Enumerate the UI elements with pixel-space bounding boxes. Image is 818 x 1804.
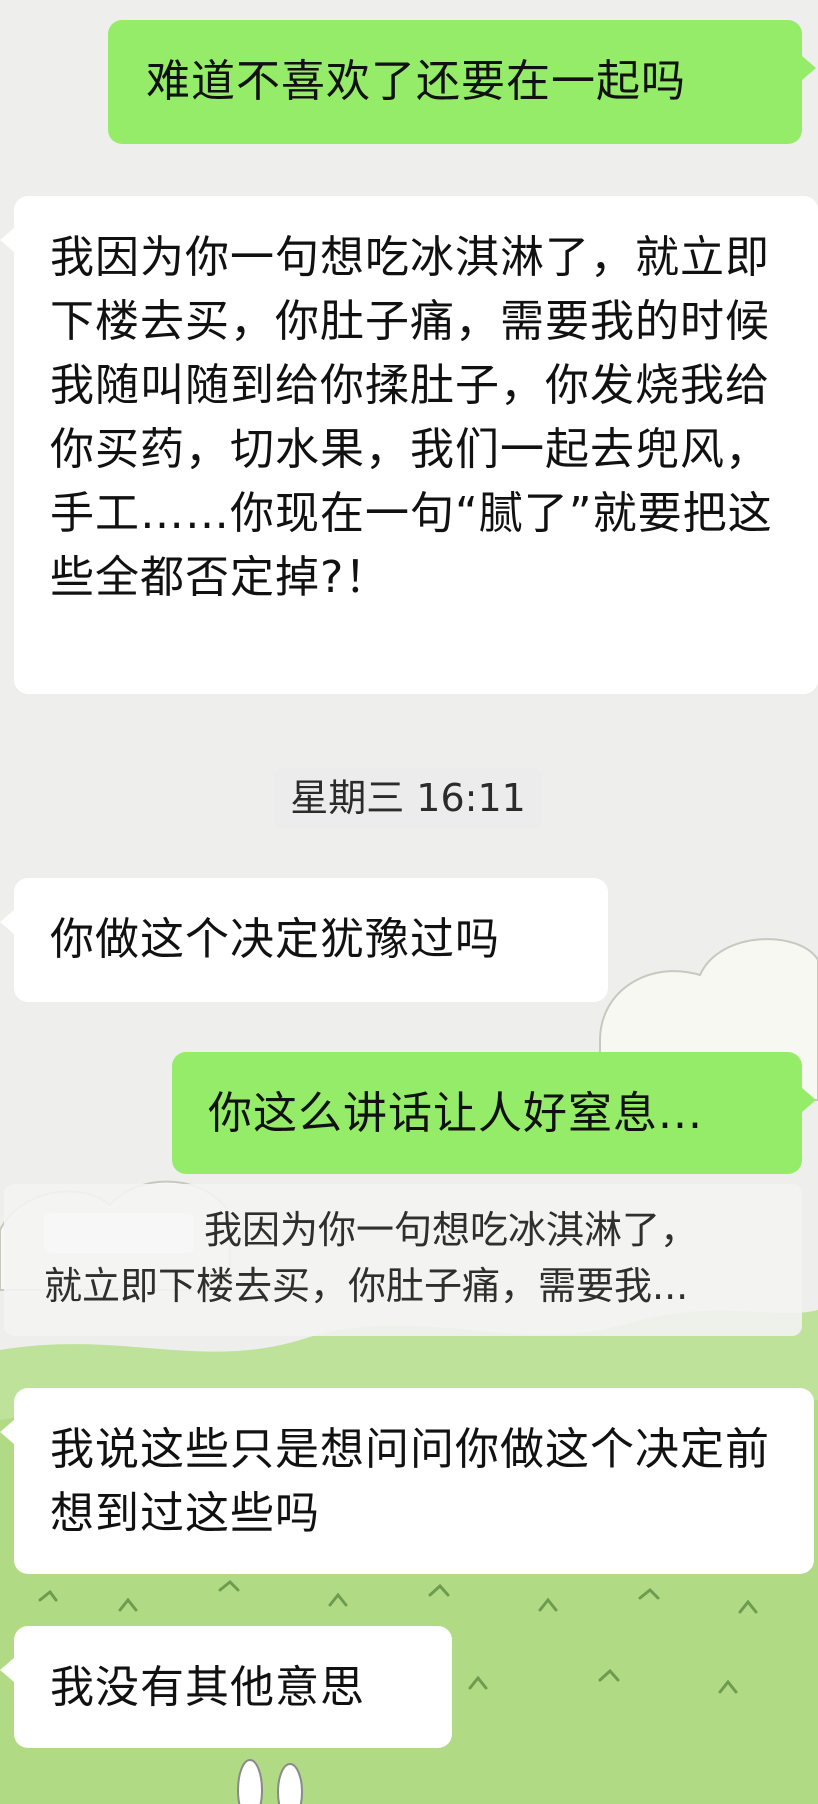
- message-bubble-outgoing[interactable]: 难道不喜欢了还要在一起吗: [108, 20, 816, 144]
- message-bubble-incoming[interactable]: 我没有其他意思: [0, 1626, 452, 1748]
- message-text: 我没有其他意思: [50, 1662, 365, 1713]
- message-text: 你做这个决定犹豫过吗: [50, 914, 500, 965]
- message-text: 我说这些只是想问问你做这个决定前想到过这些吗: [50, 1424, 770, 1539]
- quote-sender-redacted: [44, 1212, 194, 1253]
- message-text: 你这么讲话让人好窒息...: [208, 1088, 703, 1139]
- message-bubble-outgoing[interactable]: 你这么讲话让人好窒息...: [172, 1052, 816, 1174]
- message-bubble-incoming[interactable]: 我因为你一句想吃冰淇淋了，就立即下楼去买，你肚子痛，需要我的时候我随叫随到给你揉…: [0, 196, 818, 694]
- quoted-reply-preview[interactable]: 我因为你一句想吃冰淇淋了， 就立即下楼去买，你肚子痛，需要我...: [4, 1184, 802, 1336]
- quote-text-line1: 我因为你一句想吃冰淇淋了，: [204, 1208, 699, 1252]
- quote-text-line2: 就立即下楼去买，你肚子痛，需要我...: [44, 1264, 689, 1308]
- message-bubble-incoming[interactable]: 你做这个决定犹豫过吗: [0, 878, 608, 1002]
- message-text: 我因为你一句想吃冰淇淋了，就立即下楼去买，你肚子痛，需要我的时候我随叫随到给你揉…: [50, 232, 773, 603]
- message-bubble-incoming[interactable]: 我说这些只是想问问你做这个决定前想到过这些吗: [0, 1388, 814, 1574]
- message-text: 难道不喜欢了还要在一起吗: [146, 56, 686, 107]
- chat-timestamp: 星期三 16:11: [274, 768, 542, 828]
